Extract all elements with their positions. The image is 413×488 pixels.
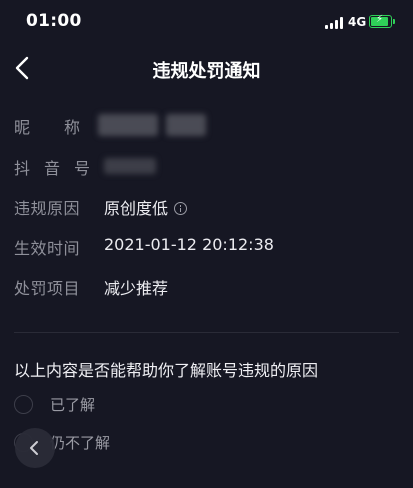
effective-time-label: 生效时间 (14, 239, 81, 258)
douyin-id-label: 抖音号 (14, 159, 105, 178)
nav-bar: 违规处罚通知 (0, 44, 413, 92)
battery-cap (393, 19, 395, 24)
reason-value-wrap[interactable]: 原创度低 (104, 195, 188, 219)
signal-icon (325, 17, 345, 29)
info-row-penalty: 处罚项目 减少推荐 (0, 266, 413, 306)
info-row-douyin-id: 抖音号 (0, 146, 413, 186)
reason-value: 原创度低 (104, 199, 169, 218)
option-label: 仍不了解 (50, 434, 111, 452)
divider (14, 332, 399, 333)
status-time: 01:00 (26, 11, 82, 31)
feedback-question: 以上内容是否能帮助你了解账号违规的原因 (14, 361, 319, 380)
douyin-id-redacted (104, 158, 156, 174)
effective-time-value: 2021-01-12 20:12:38 (104, 235, 274, 254)
nickname-redacted-2 (166, 114, 206, 136)
info-row-nickname: 昵称 (0, 105, 413, 145)
floating-back-button[interactable] (15, 428, 55, 468)
penalty-label: 处罚项目 (14, 279, 81, 298)
option-label: 已了解 (50, 396, 96, 414)
chevron-left-icon (30, 441, 38, 455)
info-row-reason: 违规原因 原创度低 (0, 186, 413, 226)
page-title: 违规处罚通知 (152, 61, 261, 82)
nickname-redacted (98, 114, 158, 136)
option-understood[interactable]: 已了解 (14, 392, 214, 418)
charging-icon: ⚡ (376, 14, 384, 25)
status-bar: 01:00 4G ⚡ (0, 0, 413, 44)
penalty-value: 减少推荐 (104, 279, 169, 298)
info-row-time: 生效时间 2021-01-12 20:12:38 (0, 226, 413, 266)
reason-label: 违规原因 (14, 199, 81, 218)
network-type: 4G (348, 15, 367, 29)
radio-button[interactable] (14, 395, 33, 414)
info-icon[interactable] (174, 202, 188, 215)
